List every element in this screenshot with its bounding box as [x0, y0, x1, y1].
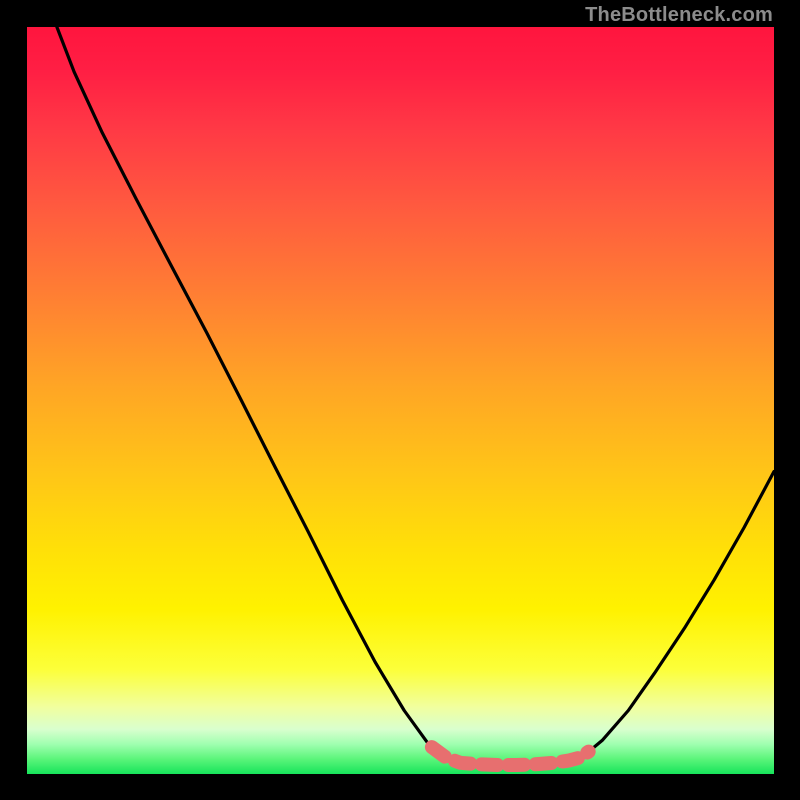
- curve-group: [57, 27, 774, 765]
- chart-stage: TheBottleneck.com: [0, 0, 800, 800]
- watermark-label: TheBottleneck.com: [585, 4, 773, 27]
- curves-svg: [27, 27, 774, 774]
- right-curve-path: [580, 472, 774, 760]
- highlight-segment-path: [432, 747, 589, 765]
- plot-area: [27, 27, 774, 774]
- left-curve-path: [57, 27, 453, 761]
